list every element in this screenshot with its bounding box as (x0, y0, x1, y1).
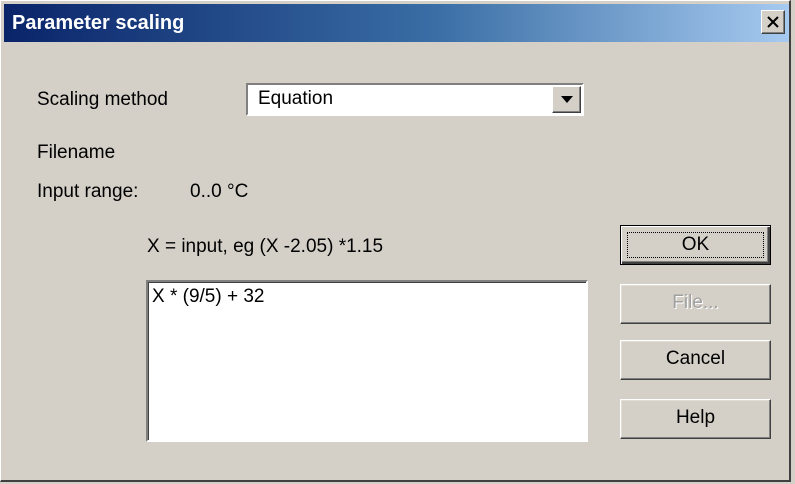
window-title: Parameter scaling (12, 12, 185, 34)
close-icon (767, 16, 779, 28)
help-button[interactable]: Help (620, 399, 771, 439)
ok-button[interactable]: OK (620, 225, 771, 265)
chevron-down-icon (561, 96, 573, 103)
parameter-scaling-dialog: Parameter scaling Scaling method Equatio… (0, 0, 791, 482)
input-range-value: 0..0 °C (190, 181, 249, 202)
cancel-button[interactable]: Cancel (620, 340, 771, 380)
equation-text: X * (9/5) + 32 (152, 286, 265, 307)
scaling-method-label: Scaling method (37, 89, 168, 110)
input-range-label: Input range: (37, 181, 139, 202)
ok-button-label: OK (627, 232, 764, 258)
equation-input[interactable]: X * (9/5) + 32 (146, 280, 588, 442)
close-button[interactable] (761, 10, 785, 34)
filename-label: Filename (37, 142, 116, 163)
equation-hint: X = input, eg (X -2.05) *1.15 (147, 236, 384, 257)
file-button[interactable]: File... (620, 284, 771, 324)
dropdown-button[interactable] (552, 86, 581, 113)
scaling-method-select[interactable]: Equation (246, 83, 584, 116)
scaling-method-value: Equation (258, 88, 334, 109)
title-bar[interactable]: Parameter scaling (4, 4, 789, 42)
